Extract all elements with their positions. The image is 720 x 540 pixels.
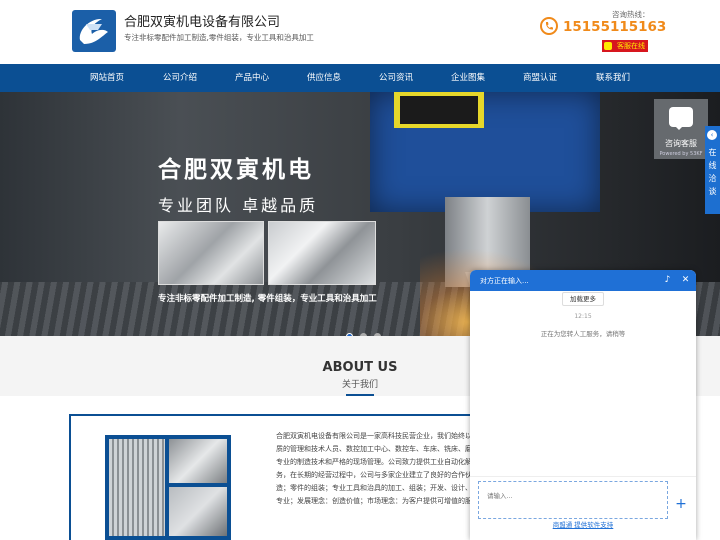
chat-icon — [604, 42, 612, 50]
chevron-left-icon[interactable]: ‹ — [707, 130, 717, 140]
about-line: 合肥双寅机电设备有限公司是一家高科技民营企业，我们始终以 — [276, 432, 472, 440]
chat-bubble-icon — [669, 107, 693, 130]
online-chat-tab-label: 在线洽谈 — [708, 148, 717, 196]
nav-item-supply[interactable]: 供应信息 — [307, 64, 341, 92]
nav-item-home[interactable]: 网站首页 — [90, 64, 124, 92]
banner-caption: 专注非标零配件加工制造, 零件组装，专业工具和治具加工 — [158, 294, 377, 304]
online-service-label: 客服在线 — [617, 42, 645, 50]
about-line: 专业的制造技术和严格的现场管理。公司致力提供工业自动化解 — [276, 458, 472, 466]
online-chat-tab[interactable]: ‹ 在线洽谈 — [705, 126, 720, 214]
plus-icon[interactable]: + — [674, 497, 688, 511]
close-icon[interactable]: ✕ — [680, 275, 691, 286]
company-slogan: 专注非标零配件加工制造,零件组装，专业工具和治具加工 — [124, 33, 314, 42]
about-line: 质的管理和技术人员、数控加工中心、数控车、车床、铣床、磨 — [276, 445, 472, 453]
chat-system-message: 正在为您转人工服务，请稍等 — [540, 330, 626, 338]
online-service-button[interactable]: 客服在线 — [602, 40, 648, 52]
about-image-collage — [105, 435, 231, 540]
nav-item-certification[interactable]: 商盟认证 — [523, 64, 557, 92]
chat-footer-link[interactable]: 商盟通 提供软件支持 — [470, 519, 696, 529]
banner-laser-machine — [370, 92, 600, 212]
warning-label-text — [400, 96, 478, 124]
site-header: 合肥双寅机电设备有限公司 专注非标零配件加工制造,零件组装，专业工具和治具加工 … — [0, 0, 720, 64]
hotline-number[interactable]: 15155115163 — [563, 19, 666, 35]
speaker-icon[interactable]: ♪ — [662, 275, 673, 286]
about-line: 务，在长期的经营过程中，公司与多家企业建立了良好的合作伙 — [276, 471, 472, 479]
nav-item-news[interactable]: 公司资讯 — [379, 64, 413, 92]
nav-item-gallery[interactable]: 企业图集 — [451, 64, 485, 92]
consult-service-label: 咨询客服 — [665, 139, 697, 148]
banner-photo-components — [268, 221, 376, 285]
chat-message-input[interactable] — [478, 481, 668, 519]
chat-header: 对方正在输入... ♪ ✕ — [470, 270, 696, 291]
banner-subtitle: 专业团队 卓越品质 — [158, 196, 319, 215]
nav-item-contact[interactable]: 联系我们 — [596, 64, 630, 92]
consult-service-tab[interactable]: 咨询客服 Powered by 53KF — [654, 99, 708, 159]
chat-status-title: 对方正在输入... — [480, 277, 529, 285]
banner-title: 合肥双寅机电 — [158, 157, 314, 183]
about-underline — [346, 394, 374, 396]
about-photo-rods — [109, 439, 165, 536]
about-line: 造；零件的组装；专业工具和治具的加工、组装；开发、设计、 — [276, 484, 472, 492]
chat-timestamp: 12:15 — [574, 313, 592, 320]
about-line: 专业；发展理念：创造价值；市场理念：为客户提供可增值的服 — [276, 497, 472, 505]
phone-icon — [540, 17, 558, 35]
chat-widget: 对方正在输入... ♪ ✕ 加载更多 12:15 正在为您转人工服务，请稍等 +… — [470, 270, 696, 540]
about-paragraph: 合肥双寅机电设备有限公司是一家高科技民营企业，我们始终以 质的管理和技术人员、数… — [276, 430, 472, 508]
banner-photo-parts — [158, 221, 264, 285]
about-photo-cone — [169, 439, 227, 483]
main-nav: 网站首页 公司介绍 产品中心 供应信息 公司资讯 企业图集 商盟认证 联系我们 — [0, 64, 720, 92]
about-photo-machine — [169, 487, 227, 536]
consult-powered-by: Powered by 53KF — [659, 151, 703, 157]
company-logo[interactable] — [72, 10, 116, 52]
load-more-button[interactable]: 加载更多 — [562, 292, 604, 306]
nav-item-about[interactable]: 公司介绍 — [163, 64, 197, 92]
slider-dots — [346, 325, 383, 336]
company-name: 合肥双寅机电设备有限公司 — [124, 15, 281, 30]
nav-item-products[interactable]: 产品中心 — [235, 64, 269, 92]
